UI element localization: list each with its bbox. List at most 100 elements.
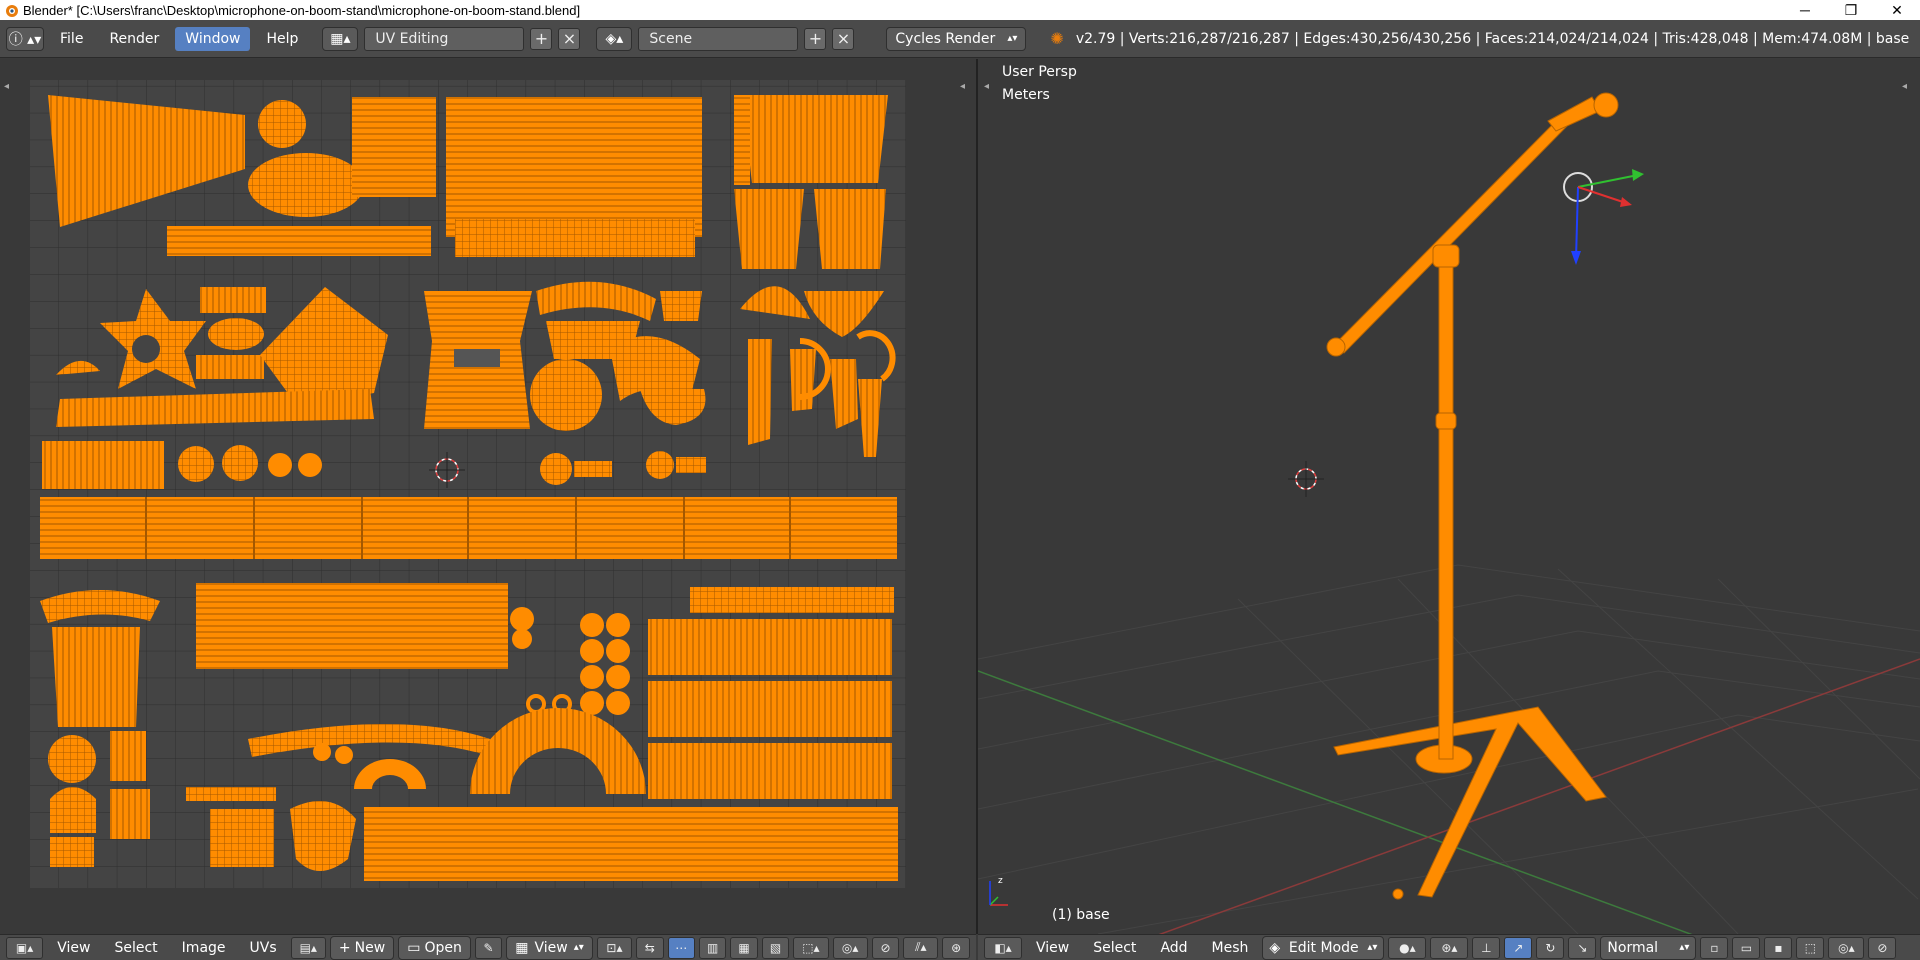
menu-render[interactable]: Render (99, 27, 169, 51)
interaction-mode-dropdown[interactable]: ◈ Edit Mode ▴▾ (1262, 935, 1385, 960)
chevron-updown-icon: ▴▾ (1367, 942, 1378, 953)
pivot-point-button[interactable]: ⊡▴ (596, 936, 633, 959)
view-name: User Persp (1002, 64, 1077, 80)
uv-island (742, 95, 888, 183)
pivot-point-3d-button[interactable]: ⊛▴ (1430, 936, 1469, 959)
uv-canvas[interactable]: ◂ ◂ (0, 59, 976, 934)
sticky-selection-button[interactable]: ⬚▴ (793, 936, 829, 959)
add-scene-button[interactable]: + (804, 27, 827, 50)
sync-selection-icon[interactable]: ⇆ (636, 936, 664, 959)
rotate-manipulator-icon[interactable]: ↻ (1536, 936, 1565, 959)
uv-image-editor[interactable]: ◂ ◂ (0, 59, 976, 934)
chevron-updown-icon: ▴▾ (1679, 942, 1690, 953)
add-layout-button[interactable]: + (530, 27, 553, 50)
uv-island (606, 665, 630, 689)
viewport-shading-button[interactable]: ●▴ (1388, 936, 1427, 959)
face-mode-icon[interactable]: ▪ (1764, 936, 1793, 959)
view-icon: ▦ (515, 939, 529, 956)
uv-menu-image[interactable]: Image (172, 940, 236, 956)
transform-orientation-dropdown[interactable]: Normal ▴▾ (1600, 935, 1697, 960)
proportional-edit-3d-button[interactable]: ◎▴ (1828, 936, 1865, 959)
uv-overflow-icon[interactable]: ⊛ (942, 936, 970, 959)
cube-icon: ◧▴ (994, 940, 1012, 955)
face-select-icon[interactable]: ▦ (730, 936, 758, 959)
view-menu[interactable]: View (1026, 940, 1079, 956)
uv-island (298, 453, 322, 477)
uv-island (580, 691, 604, 715)
uv-island (364, 807, 898, 881)
menu-help[interactable]: Help (256, 27, 308, 51)
restore-button[interactable]: ❐ (1828, 2, 1874, 19)
snap-element-button[interactable]: ⫽▴ (903, 936, 939, 959)
screen-layout-selector[interactable]: ▦▴ (322, 26, 359, 51)
translate-manipulator-icon[interactable]: ↗ (1504, 936, 1533, 959)
uv-island (606, 613, 630, 637)
scale-manipulator-icon[interactable]: ↘ (1568, 936, 1597, 959)
edge-select-icon[interactable]: ▥ (698, 936, 727, 959)
uv-island (110, 731, 146, 781)
scene-field[interactable]: Scene (638, 26, 799, 51)
manipulator-toggle-icon[interactable]: ⊥ (1472, 936, 1501, 959)
folder-icon: ▭ (407, 939, 421, 956)
snap-3d-icon[interactable]: ⊘ (1868, 936, 1897, 959)
image-browse-button[interactable]: ▤▴ (290, 936, 326, 959)
uv-island (196, 583, 508, 669)
remove-layout-button[interactable]: × (558, 27, 581, 50)
proportional-edit-button[interactable]: ◎▴ (832, 936, 868, 959)
uv-menu-view[interactable]: View (47, 940, 100, 956)
minimize-button[interactable]: ─ (1782, 2, 1828, 18)
menu-window[interactable]: Window (175, 26, 251, 51)
uv-island (510, 607, 534, 631)
menu-file[interactable]: File (50, 27, 93, 51)
new-image-button[interactable]: + New (329, 935, 395, 960)
region-toggle-icon-right[interactable]: ◂ (960, 81, 965, 92)
uv-island (455, 219, 695, 257)
uv-menu-uvs[interactable]: UVs (240, 940, 287, 956)
island-select-icon[interactable]: ▧ (761, 936, 790, 959)
uv-island (540, 453, 572, 485)
vertex-select-icon[interactable]: ⋯ (667, 936, 695, 959)
add-menu[interactable]: Add (1150, 940, 1197, 956)
open-image-button[interactable]: ▭ Open (398, 935, 471, 960)
layout-icon: ▦▴ (330, 30, 351, 47)
mesh-menu[interactable]: Mesh (1202, 940, 1259, 956)
uv-island (248, 153, 364, 217)
info-icon: ⓘ ▴▾ (8, 31, 42, 48)
select-menu[interactable]: Select (1083, 940, 1146, 956)
close-window-button[interactable]: ✕ (1874, 2, 1920, 19)
window-title: Blender* [C:\Users\franc\Desktop\microph… (23, 2, 581, 18)
3d-viewport[interactable]: z ◂ ◂ User Persp Meters (1) base (978, 59, 1920, 934)
viewport-canvas[interactable]: z ◂ ◂ (978, 59, 1920, 934)
x-icon: × (562, 29, 577, 48)
uv-island (512, 629, 532, 649)
uv-island (42, 441, 164, 489)
uv-island (580, 613, 604, 637)
uv-island (530, 359, 602, 431)
remove-scene-button[interactable]: × (832, 27, 855, 50)
uv-island (110, 789, 150, 839)
properties-toggle-icon[interactable]: ◂ (1902, 81, 1907, 92)
uv-island (648, 743, 892, 799)
uv-view-mode-dropdown[interactable]: ▦ View ▴▾ (506, 935, 593, 960)
image-icon: ▤▴ (299, 940, 317, 955)
snap-icon[interactable]: ⊘ (871, 936, 900, 959)
pin-icon[interactable]: ✎ (474, 936, 503, 959)
uv-island (580, 639, 604, 663)
vertex-mode-icon[interactable]: ▫ (1700, 936, 1729, 959)
uv-island (814, 189, 886, 269)
toolshelf-toggle-icon[interactable]: ◂ (984, 81, 989, 92)
uv-menu-select[interactable]: Select (104, 940, 167, 956)
region-toggle-icon[interactable]: ◂ (4, 81, 9, 92)
uv-island (268, 453, 292, 477)
scene-selector[interactable]: ◈▴ (596, 26, 633, 51)
screen-layout-field[interactable]: UV Editing (364, 26, 525, 51)
uv-island (200, 287, 266, 313)
limit-selection-icon[interactable]: ⬚ (1796, 936, 1825, 959)
uv-editor-header: ▣▴ View Select Image UVs ▤▴ + New ▭ Open ✎… (0, 934, 976, 960)
editor-type-uv-button[interactable]: ▣▴ (6, 936, 44, 959)
render-engine-dropdown[interactable]: Cycles Render ▴▾ (886, 26, 1027, 51)
uv-island (748, 339, 772, 445)
editor-type-info-button[interactable]: ⓘ ▴▾ (6, 26, 44, 51)
editor-type-3d-button[interactable]: ◧▴ (984, 936, 1022, 959)
edge-mode-icon[interactable]: ▭ (1732, 936, 1761, 959)
